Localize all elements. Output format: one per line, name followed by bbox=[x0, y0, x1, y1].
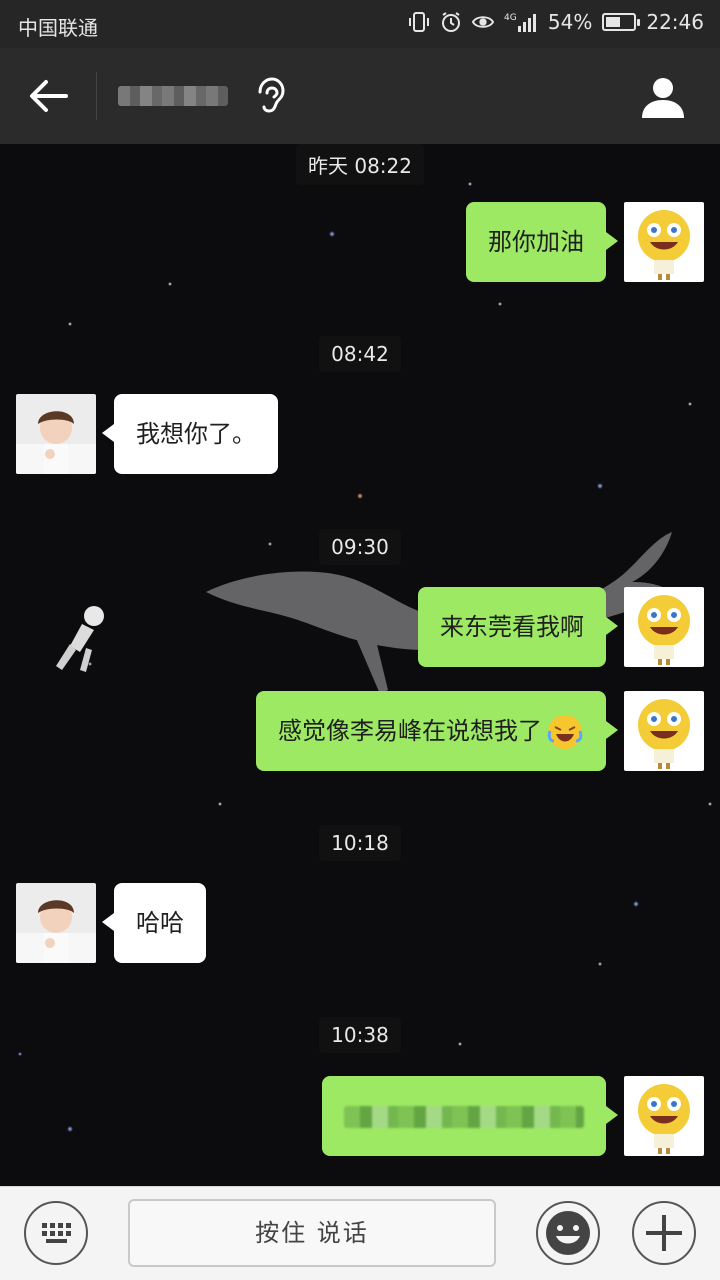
message-bubble[interactable]: 那你加油 bbox=[466, 202, 618, 282]
vibrate-icon bbox=[408, 12, 429, 32]
timestamp-label: 10:18 bbox=[319, 825, 401, 861]
my-avatar[interactable] bbox=[624, 202, 704, 282]
my-avatar[interactable] bbox=[624, 1076, 704, 1156]
contact-avatar[interactable] bbox=[16, 394, 96, 474]
contact-avatar[interactable] bbox=[16, 883, 96, 963]
message-bubble[interactable]: 哈哈 bbox=[102, 883, 206, 963]
more-options-button[interactable] bbox=[632, 1201, 696, 1265]
network-type: 4G bbox=[504, 13, 517, 23]
carrier-name: 中国联通 bbox=[18, 16, 98, 40]
message-bubble[interactable]: 我想你了。 bbox=[102, 394, 278, 474]
received-message: 哈哈 bbox=[16, 883, 206, 963]
message-text: 那你加油 bbox=[488, 228, 584, 256]
status-bar: 中国联通 4G 54% 22:46 bbox=[0, 0, 720, 48]
timestamp-label: 08:42 bbox=[319, 336, 401, 372]
keyboard-toggle-button[interactable] bbox=[24, 1201, 88, 1265]
message-bubble[interactable]: 感觉像李易峰在说想我了 bbox=[256, 691, 618, 771]
sent-message bbox=[322, 1076, 704, 1156]
astronaut-wallpaper-image bbox=[56, 606, 104, 672]
emoji-button[interactable] bbox=[536, 1201, 600, 1265]
signal-icon: 4G bbox=[504, 13, 536, 32]
battery-level bbox=[606, 17, 621, 27]
timestamp-label: 09:30 bbox=[319, 529, 401, 565]
laughing-crying-emoji-icon bbox=[547, 715, 583, 749]
status-icons: 4G 54% 22:46 bbox=[408, 10, 704, 34]
message-timestamp: 08:42 bbox=[0, 336, 720, 372]
person-icon[interactable] bbox=[640, 74, 686, 120]
plus-icon bbox=[646, 1215, 682, 1251]
my-avatar[interactable] bbox=[624, 587, 704, 667]
my-avatar[interactable] bbox=[624, 691, 704, 771]
message-timestamp: 09:30 bbox=[0, 529, 720, 565]
message-text: 感觉像李易峰在说想我了 bbox=[278, 717, 542, 745]
message-bubble[interactable] bbox=[322, 1076, 618, 1156]
smiley-icon bbox=[546, 1211, 590, 1255]
message-bubble[interactable]: 来东莞看我啊 bbox=[418, 587, 618, 667]
ear-icon[interactable] bbox=[252, 76, 286, 116]
sent-message: 感觉像李易峰在说想我了 bbox=[256, 691, 704, 771]
alarm-icon bbox=[441, 12, 460, 32]
message-text: 哈哈 bbox=[136, 909, 184, 937]
input-bar: 按住 说话 bbox=[0, 1186, 720, 1280]
message-text: 我想你了。 bbox=[136, 420, 256, 448]
chat-area[interactable]: 昨天 08:22 那你加油 08:42 我想你了。 09:30 来东莞看我啊感觉像李易峰在… bbox=[0, 144, 720, 1186]
timestamp-label: 10:38 bbox=[319, 1017, 401, 1053]
timestamp-label: 昨天 08:22 bbox=[296, 144, 424, 185]
header-divider bbox=[96, 72, 97, 120]
received-message: 我想你了。 bbox=[16, 394, 278, 474]
eye-comfort-icon bbox=[471, 16, 494, 28]
back-arrow-icon[interactable] bbox=[26, 76, 70, 116]
sent-message: 来东莞看我啊 bbox=[418, 587, 704, 667]
message-text: 来东莞看我啊 bbox=[440, 613, 584, 641]
keyboard-icon bbox=[42, 1223, 71, 1243]
message-timestamp: 昨天 08:22 bbox=[0, 144, 720, 185]
message-timestamp: 10:18 bbox=[0, 825, 720, 861]
battery-icon bbox=[602, 13, 641, 31]
contact-name-blurred bbox=[118, 86, 228, 106]
blurred-message-text bbox=[344, 1106, 584, 1128]
hold-to-talk-button[interactable]: 按住 说话 bbox=[128, 1199, 496, 1267]
battery-percent: 54% bbox=[547, 10, 593, 34]
chat-header bbox=[0, 48, 720, 144]
message-timestamp: 10:38 bbox=[0, 1017, 720, 1053]
sent-message: 那你加油 bbox=[466, 202, 704, 282]
clock: 22:46 bbox=[646, 10, 704, 34]
